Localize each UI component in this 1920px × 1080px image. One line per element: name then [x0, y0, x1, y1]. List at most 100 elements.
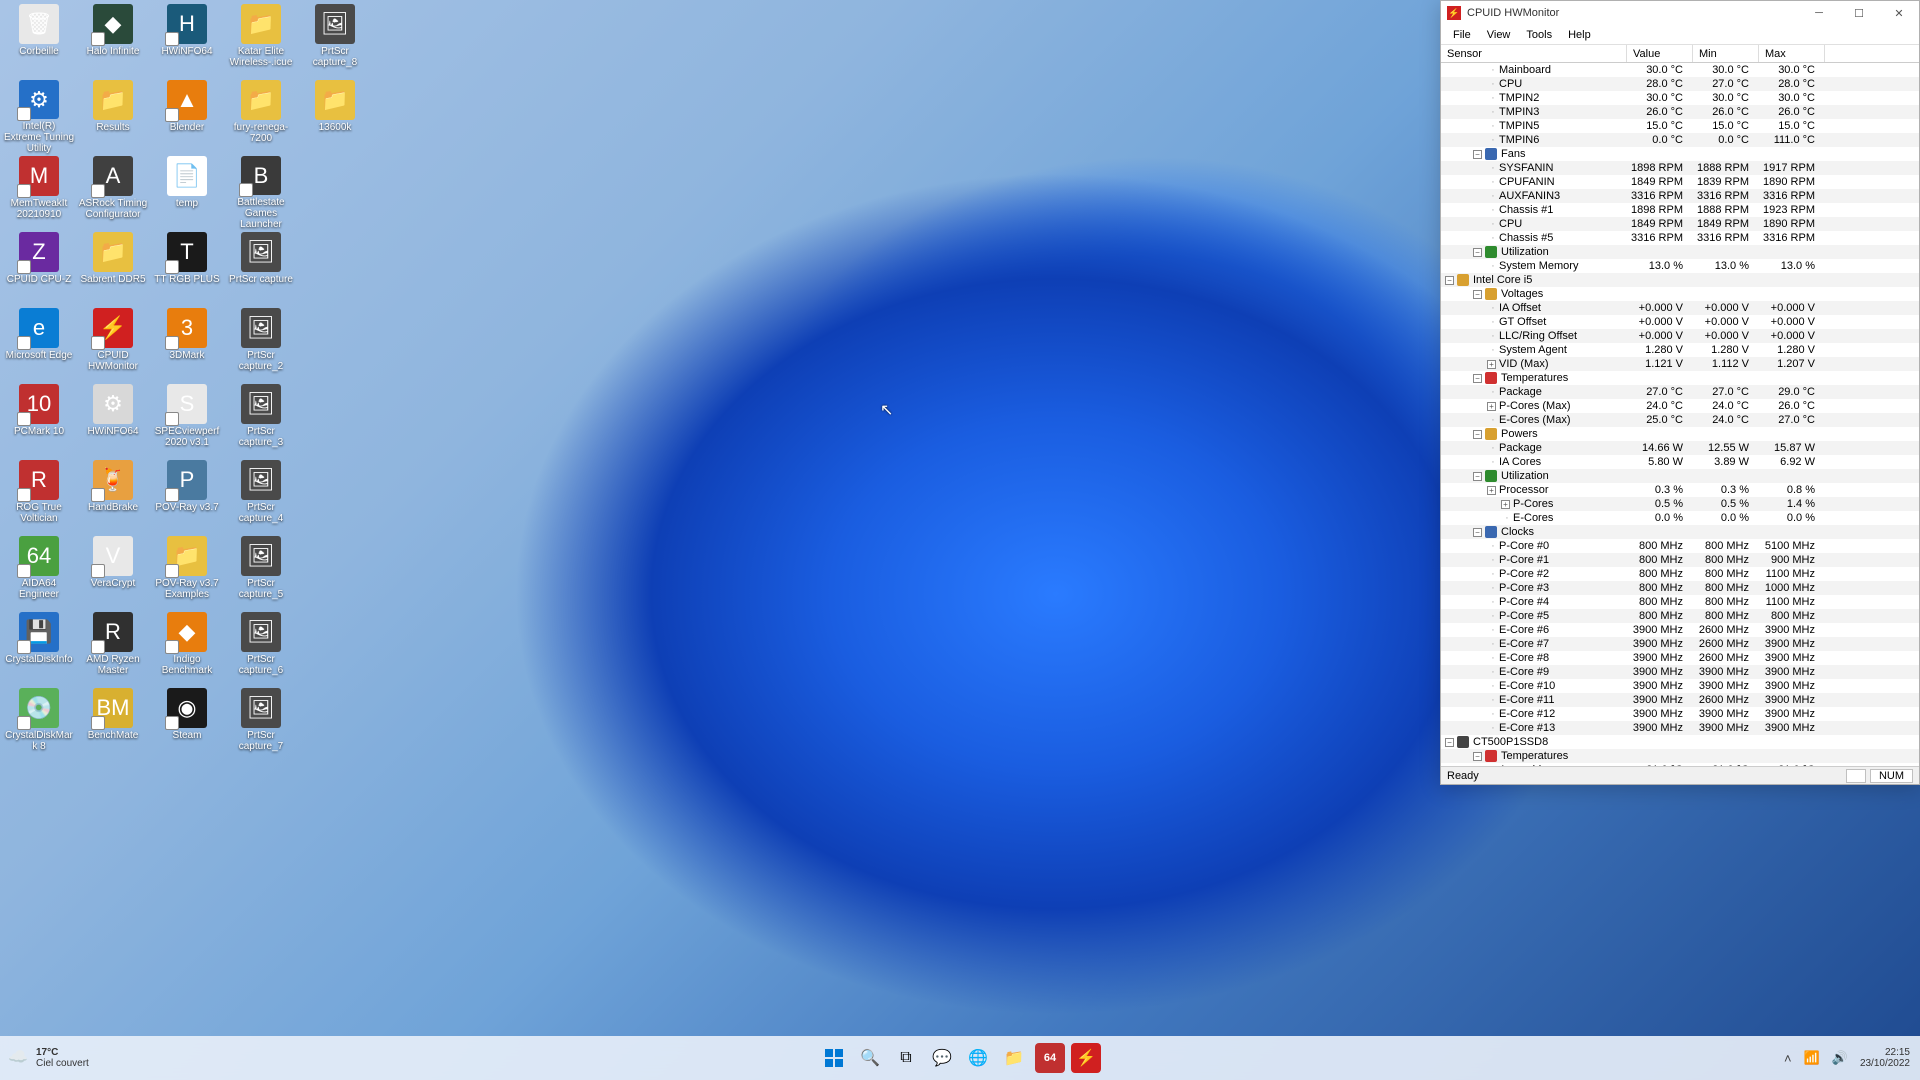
sensor-row[interactable]: ·TMPIN326.0 °C26.0 °C26.0 °C — [1441, 105, 1919, 119]
sensor-row[interactable]: ·Chassis #53316 RPM3316 RPM3316 RPM — [1441, 231, 1919, 245]
desktop-icon[interactable]: 📁Katar Elite Wireless-.icue — [224, 2, 298, 78]
tree-toggle-icon[interactable]: − — [1473, 472, 1482, 481]
sensor-row[interactable]: ·Mainboard30.0 °C30.0 °C30.0 °C — [1441, 63, 1919, 77]
desktop-icon[interactable]: ⚡CPUID HWMonitor — [76, 306, 150, 382]
col-max[interactable]: Max — [1759, 45, 1825, 62]
menu-tools[interactable]: Tools — [1518, 27, 1560, 43]
sensor-row[interactable]: −Temperatures — [1441, 749, 1919, 763]
taskbar-weather-widget[interactable]: ☁️ 17°C Ciel couvert — [8, 1047, 89, 1069]
sensor-row[interactable]: ·AUXFANIN33316 RPM3316 RPM3316 RPM — [1441, 189, 1919, 203]
desktop-icon[interactable]: eMicrosoft Edge — [2, 306, 76, 382]
sensor-row[interactable]: ·E-Core #73900 MHz2600 MHz3900 MHz — [1441, 637, 1919, 651]
sensor-row[interactable]: +Processor0.3 %0.3 %0.8 % — [1441, 483, 1919, 497]
desktop-icon[interactable]: 🍹HandBrake — [76, 458, 150, 534]
tray-chevron-icon[interactable]: ˄ — [1784, 1051, 1792, 1066]
desktop-icon[interactable]: TTT RGB PLUS — [150, 230, 224, 306]
sensor-row[interactable]: ·Package27.0 °C27.0 °C29.0 °C — [1441, 385, 1919, 399]
desktop-icon[interactable]: 🗑Corbeille — [2, 2, 76, 78]
sensor-row[interactable]: ·P-Core #3800 MHz800 MHz1000 MHz — [1441, 581, 1919, 595]
desktop-icon[interactable]: ◆Indigo Benchmark — [150, 610, 224, 686]
explorer-button[interactable]: 📁 — [999, 1043, 1029, 1073]
tree-toggle-icon[interactable]: + — [1487, 402, 1496, 411]
sensor-row[interactable]: ·CPU1849 RPM1849 RPM1890 RPM — [1441, 217, 1919, 231]
sensor-row[interactable]: ·E-Core #123900 MHz3900 MHz3900 MHz — [1441, 707, 1919, 721]
desktop-icon[interactable]: 🖼PrtScr capture_8 — [298, 2, 372, 78]
sensor-row[interactable]: ·GT Offset+0.000 V+0.000 V+0.000 V — [1441, 315, 1919, 329]
search-button[interactable]: 🔍 — [855, 1043, 885, 1073]
sensor-row[interactable]: +P-Cores (Max)24.0 °C24.0 °C26.0 °C — [1441, 399, 1919, 413]
tree-toggle-icon[interactable]: − — [1445, 276, 1454, 285]
menu-view[interactable]: View — [1479, 27, 1519, 43]
tree-toggle-icon[interactable]: − — [1473, 374, 1482, 383]
desktop-icon[interactable]: 📄temp — [150, 154, 224, 230]
sensor-row[interactable]: ·CPUFANIN1849 RPM1839 RPM1890 RPM — [1441, 175, 1919, 189]
sensor-row[interactable]: −Fans — [1441, 147, 1919, 161]
desktop-icon[interactable]: 🖼PrtScr capture_5 — [224, 534, 298, 610]
taskbar-clock[interactable]: 22:15 23/10/2022 — [1860, 1047, 1910, 1069]
sensor-row[interactable]: ·TMPIN515.0 °C15.0 °C15.0 °C — [1441, 119, 1919, 133]
tree-toggle-icon[interactable]: − — [1473, 528, 1482, 537]
sensor-row[interactable]: ·System Agent1.280 V1.280 V1.280 V — [1441, 343, 1919, 357]
sensor-row[interactable]: ·E-Core #63900 MHz2600 MHz3900 MHz — [1441, 623, 1919, 637]
desktop-icon[interactable]: 📁fury-renega-7200 — [224, 78, 298, 154]
sensor-row[interactable]: +VID (Max)1.121 V1.112 V1.207 V — [1441, 357, 1919, 371]
desktop-icon[interactable]: 33DMark — [150, 306, 224, 382]
sensor-row[interactable]: −Clocks — [1441, 525, 1919, 539]
sensor-row[interactable]: −CT500P1SSD8 — [1441, 735, 1919, 749]
sensor-row[interactable]: ·Package14.66 W12.55 W15.87 W — [1441, 441, 1919, 455]
desktop-icon[interactable]: 64AIDA64 Engineer — [2, 534, 76, 610]
desktop-icon[interactable]: 📁Sabrent DDR5 — [76, 230, 150, 306]
edge-button[interactable]: 🌐 — [963, 1043, 993, 1073]
minimize-button[interactable]: ─ — [1799, 1, 1839, 25]
desktop-icon[interactable]: 🖼PrtScr capture_7 — [224, 686, 298, 762]
maximize-button[interactable]: ☐ — [1839, 1, 1879, 25]
desktop-icon[interactable]: 10PCMark 10 — [2, 382, 76, 458]
desktop-icon[interactable]: BBattlestate Games Launcher — [224, 154, 298, 230]
desktop-icon[interactable]: ⚙Intel(R) Extreme Tuning Utility — [2, 78, 76, 154]
desktop-icon[interactable]: MMemTweakIt 20210910 — [2, 154, 76, 230]
tree-toggle-icon[interactable]: − — [1473, 290, 1482, 299]
desktop-icon[interactable]: ▲Blender — [150, 78, 224, 154]
desktop-icon[interactable]: RROG True Voltician — [2, 458, 76, 534]
sensor-row[interactable]: ·E-Cores (Max)25.0 °C24.0 °C27.0 °C — [1441, 413, 1919, 427]
start-button[interactable] — [819, 1043, 849, 1073]
menu-help[interactable]: Help — [1560, 27, 1599, 43]
sensor-row[interactable]: ·P-Core #4800 MHz800 MHz1100 MHz — [1441, 595, 1919, 609]
sensor-row[interactable]: ·P-Core #0800 MHz800 MHz5100 MHz — [1441, 539, 1919, 553]
sensor-row[interactable]: ·TMPIN60.0 °C0.0 °C111.0 °C — [1441, 133, 1919, 147]
desktop-icon[interactable]: 🖼PrtScr capture_2 — [224, 306, 298, 382]
sensor-row[interactable]: ·E-Core #103900 MHz3900 MHz3900 MHz — [1441, 679, 1919, 693]
sensor-row[interactable]: ·System Memory13.0 %13.0 %13.0 % — [1441, 259, 1919, 273]
hwmonitor-titlebar[interactable]: ⚡ CPUID HWMonitor ─ ☐ ✕ — [1441, 1, 1919, 25]
desktop-icon[interactable]: HHWiNFO64 — [150, 2, 224, 78]
desktop-icon[interactable]: 📁13600k — [298, 78, 372, 154]
desktop-icon[interactable]: ◆Halo Infinite — [76, 2, 150, 78]
sensor-row[interactable]: ·SYSFANIN1898 RPM1888 RPM1917 RPM — [1441, 161, 1919, 175]
sensor-row[interactable]: ·P-Core #5800 MHz800 MHz800 MHz — [1441, 609, 1919, 623]
desktop-icon[interactable]: SSPECviewperf 2020 v3.1 — [150, 382, 224, 458]
aida64-taskbar-button[interactable]: 64 — [1035, 1043, 1065, 1073]
desktop-icon[interactable]: 🖼PrtScr capture — [224, 230, 298, 306]
tree-toggle-icon[interactable]: + — [1501, 500, 1510, 509]
sensor-row[interactable]: −Intel Core i5 — [1441, 273, 1919, 287]
desktop-icon[interactable]: ◉Steam — [150, 686, 224, 762]
desktop-icon[interactable]: AASRock Timing Configurator — [76, 154, 150, 230]
tree-toggle-icon[interactable]: − — [1473, 150, 1482, 159]
sensor-row[interactable]: ·E-Cores0.0 %0.0 %0.0 % — [1441, 511, 1919, 525]
desktop-icon[interactable]: 🖼PrtScr capture_6 — [224, 610, 298, 686]
sensor-row[interactable]: −Powers — [1441, 427, 1919, 441]
desktop-icon[interactable]: 💿CrystalDiskMark 8 — [2, 686, 76, 762]
sensor-row[interactable]: ·E-Core #93900 MHz3900 MHz3900 MHz — [1441, 665, 1919, 679]
tree-toggle-icon[interactable]: − — [1445, 738, 1454, 747]
sensor-row[interactable]: +P-Cores0.5 %0.5 %1.4 % — [1441, 497, 1919, 511]
desktop-icon[interactable]: 🖼PrtScr capture_4 — [224, 458, 298, 534]
desktop-icon[interactable]: RAMD Ryzen Master — [76, 610, 150, 686]
desktop-icon[interactable]: 📁POV-Ray v3.7 Examples — [150, 534, 224, 610]
taskview-button[interactable]: ⧉ — [891, 1043, 921, 1073]
sensor-row[interactable]: ·E-Core #133900 MHz3900 MHz3900 MHz — [1441, 721, 1919, 735]
sensor-row[interactable]: ·E-Core #83900 MHz2600 MHz3900 MHz — [1441, 651, 1919, 665]
tree-toggle-icon[interactable]: + — [1487, 486, 1496, 495]
desktop-icon[interactable]: 🖼PrtScr capture_3 — [224, 382, 298, 458]
chat-button[interactable]: 💬 — [927, 1043, 957, 1073]
sensor-row[interactable]: ·LLC/Ring Offset+0.000 V+0.000 V+0.000 V — [1441, 329, 1919, 343]
